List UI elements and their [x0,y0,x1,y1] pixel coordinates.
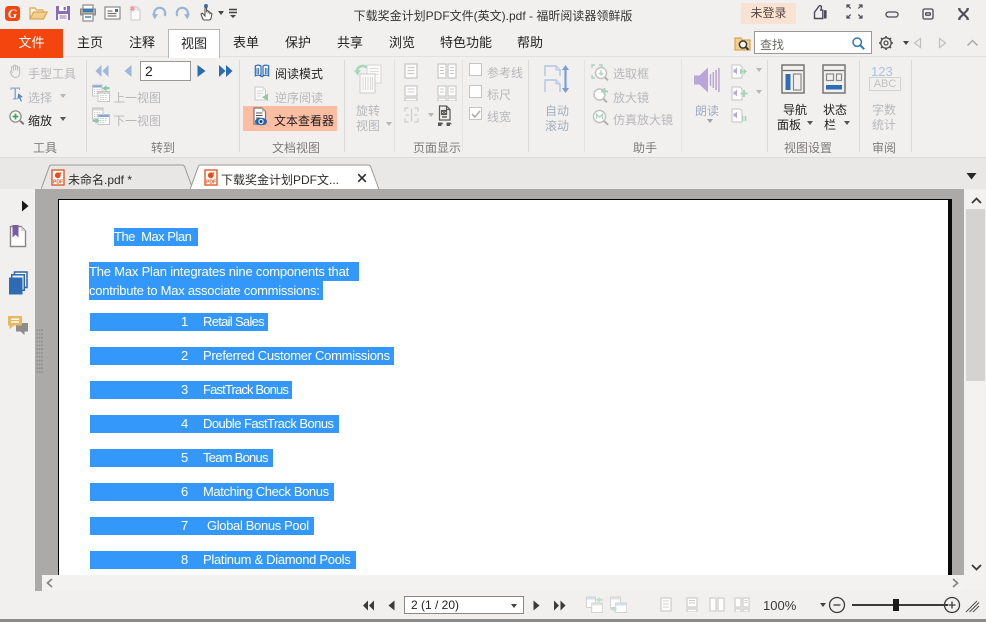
svg-text:PDF: PDF [206,180,216,186]
svg-text:PDF: PDF [53,180,63,186]
